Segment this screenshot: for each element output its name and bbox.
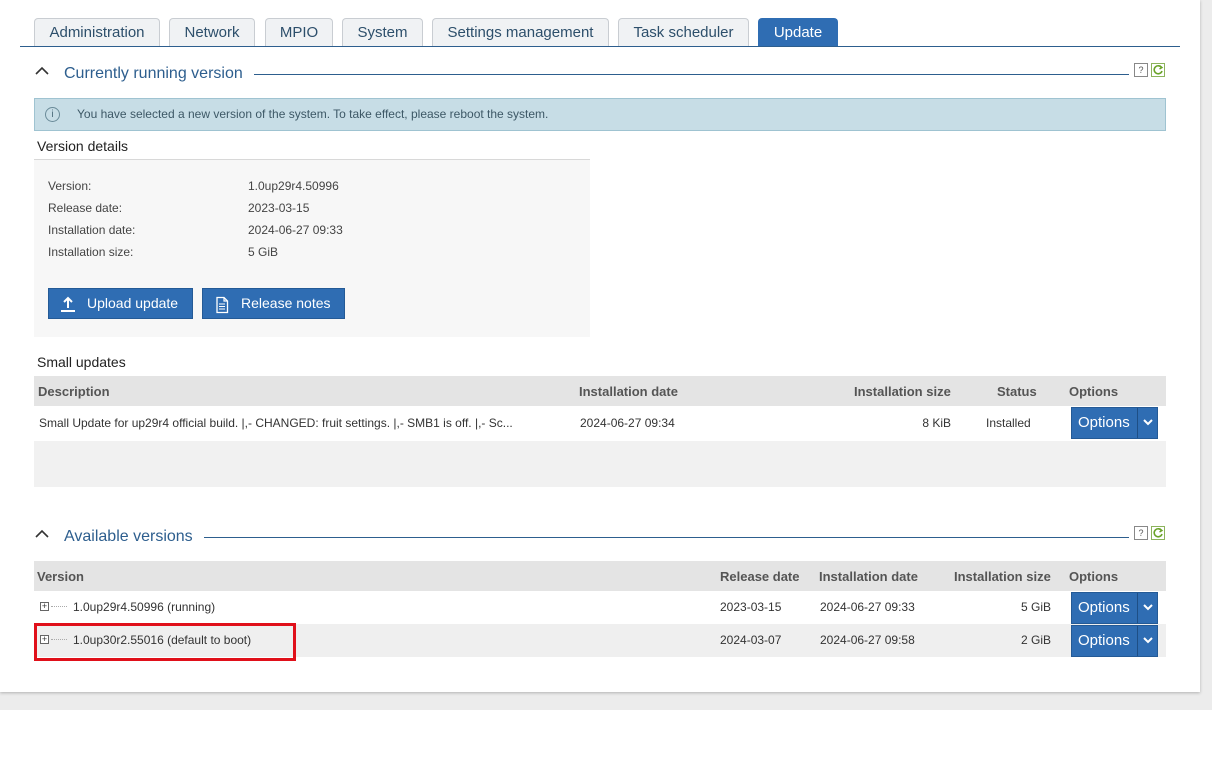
- tab-network[interactable]: Network: [169, 18, 255, 46]
- version-installation-date: 2024-06-27 09:58: [820, 633, 915, 647]
- info-message: You have selected a new version of the s…: [77, 107, 549, 121]
- version-size: 5 GiB: [1020, 600, 1051, 614]
- page-background-bottom: [0, 692, 1212, 710]
- refresh-icon[interactable]: [1151, 63, 1165, 77]
- column-options: Options: [1069, 384, 1119, 399]
- button-separator: [1137, 408, 1138, 438]
- document-icon: [213, 295, 231, 314]
- installation-size-label: Installation size:: [48, 245, 134, 259]
- version-release-date: 2024-03-07: [720, 633, 782, 647]
- update-panel: Administration Network MPIO System Setti…: [0, 0, 1200, 692]
- section-title: Available versions: [64, 528, 193, 545]
- help-icon[interactable]: ?: [1134, 63, 1148, 77]
- section-title: Currently running version: [64, 65, 243, 82]
- table-row: + 1.0up29r4.50996 (running) 2023-03-15 2…: [34, 591, 1166, 624]
- column-installation-date: Installation date: [579, 384, 678, 399]
- column-installation-date: Installation date: [819, 569, 918, 584]
- release-notes-button[interactable]: Release notes: [202, 288, 345, 319]
- available-versions-table-header: Version Release date Installation date I…: [34, 561, 1166, 591]
- column-version: Version: [37, 569, 84, 584]
- available-versions-header: Available versions ?: [34, 526, 1166, 548]
- button-separator: [1137, 626, 1138, 656]
- options-label: Options: [1078, 599, 1130, 616]
- small-update-status: Installed: [986, 416, 1031, 430]
- info-icon: i: [45, 107, 60, 122]
- small-updates-table-header: Description Installation date Installati…: [34, 376, 1166, 406]
- refresh-icon[interactable]: [1151, 526, 1165, 540]
- version-size: 2 GiB: [1020, 633, 1051, 647]
- column-installation-size: Installation size: [854, 384, 951, 399]
- options-label: Options: [1078, 632, 1130, 649]
- section-divider: [254, 74, 1129, 75]
- version-details-title: Version details: [37, 138, 129, 154]
- tab-mpio[interactable]: MPIO: [265, 18, 333, 46]
- tab-settings-management[interactable]: Settings management: [432, 18, 609, 46]
- tab-system[interactable]: System: [342, 18, 423, 46]
- small-update-description: Small Update for up29r4 official build. …: [39, 416, 513, 430]
- column-installation-size: Installation size: [954, 569, 1051, 584]
- chevron-down-icon[interactable]: [1141, 600, 1155, 614]
- tab-administration[interactable]: Administration: [34, 18, 160, 46]
- column-release-date: Release date: [720, 569, 800, 584]
- small-update-options-button[interactable]: Options: [1071, 407, 1158, 439]
- running-version-header: Currently running version ?: [34, 63, 1166, 85]
- version-release-date: 2023-03-15: [720, 600, 782, 614]
- chevron-up-icon[interactable]: [34, 526, 50, 542]
- version-details-box: Version: 1.0up29r4.50996 Release date: 2…: [34, 159, 590, 337]
- upload-update-button[interactable]: Upload update: [48, 288, 193, 319]
- version-value: 1.0up29r4.50996: [248, 179, 339, 193]
- column-options: Options: [1069, 569, 1119, 584]
- small-updates-title: Small updates: [37, 354, 126, 370]
- upload-update-label: Upload update: [87, 295, 179, 311]
- installation-size-value: 5 GiB: [248, 245, 279, 259]
- tree-connector: [51, 606, 67, 607]
- small-update-installation-date: 2024-06-27 09:34: [580, 416, 675, 430]
- version-label: Version:: [48, 179, 92, 193]
- version-installation-date: 2024-06-27 09:33: [820, 600, 915, 614]
- tab-update[interactable]: Update: [758, 18, 838, 46]
- reboot-info-banner: i You have selected a new version of the…: [34, 98, 1166, 131]
- page-background-right: [1200, 0, 1212, 710]
- release-date-label: Release date:: [48, 201, 123, 215]
- small-update-size: 8 KiB: [922, 416, 951, 430]
- chevron-down-icon[interactable]: [1141, 415, 1155, 429]
- section-divider: [204, 537, 1129, 538]
- plus-box-icon[interactable]: +: [40, 602, 49, 611]
- upload-icon: [59, 295, 77, 313]
- column-status: Status: [997, 384, 1037, 399]
- chevron-down-icon[interactable]: [1141, 633, 1155, 647]
- button-separator: [1137, 593, 1138, 623]
- installation-date-value: 2024-06-27 09:33: [248, 223, 343, 237]
- table-empty-area: [34, 441, 1166, 487]
- help-icon[interactable]: ?: [1134, 526, 1148, 540]
- version-name[interactable]: 1.0up29r4.50996 (running): [73, 600, 215, 614]
- version-options-button[interactable]: Options: [1071, 592, 1158, 624]
- tab-task-scheduler[interactable]: Task scheduler: [618, 18, 749, 46]
- installation-date-label: Installation date:: [48, 223, 136, 237]
- tab-bar: Administration Network MPIO System Setti…: [20, 18, 1180, 47]
- table-row: Small Update for up29r4 official build. …: [34, 406, 1166, 441]
- column-description: Description: [38, 384, 110, 399]
- chevron-up-icon[interactable]: [34, 63, 50, 79]
- release-notes-label: Release notes: [241, 295, 331, 311]
- options-label: Options: [1078, 414, 1130, 431]
- version-options-button[interactable]: Options: [1071, 625, 1158, 657]
- release-date-value: 2023-03-15: [248, 201, 310, 215]
- highlight-box: [34, 623, 296, 661]
